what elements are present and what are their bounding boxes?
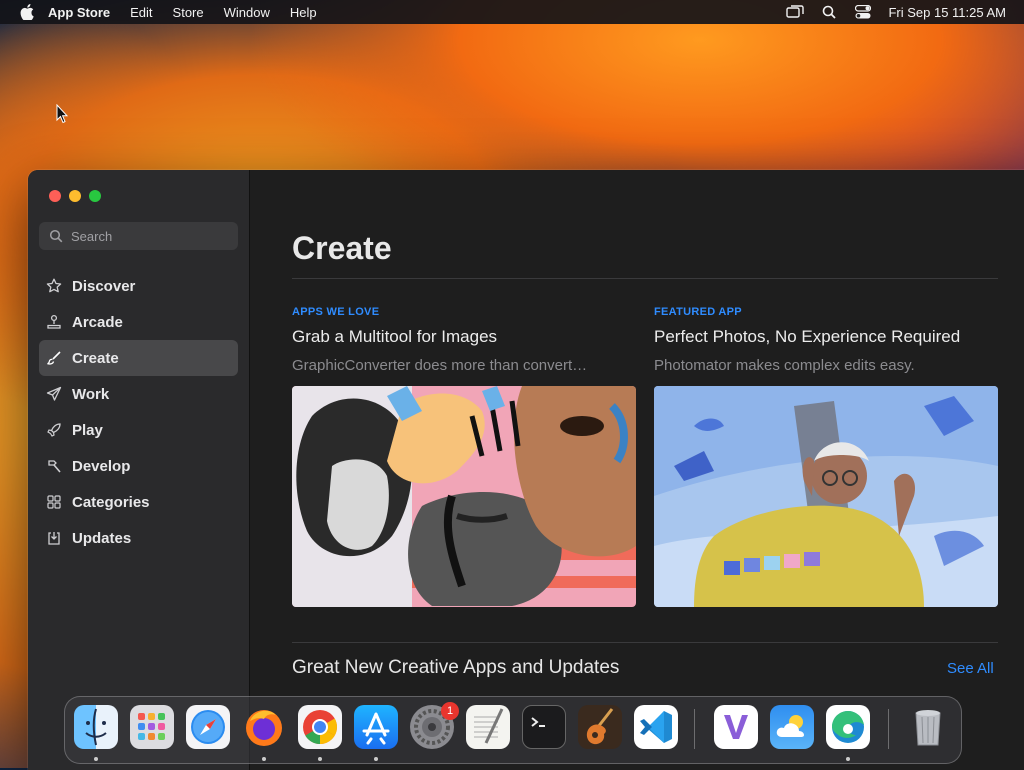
dock-edge-icon[interactable] xyxy=(826,705,870,749)
dock xyxy=(64,696,962,764)
menu-edit[interactable]: Edit xyxy=(130,5,152,20)
card-artwork-image[interactable] xyxy=(292,386,636,607)
card-artwork-image[interactable] xyxy=(654,386,998,607)
featured-card-photomator[interactable]: FEATURED APP Perfect Photos, No Experien… xyxy=(654,306,998,607)
dock-trash-icon[interactable] xyxy=(906,705,950,749)
spotlight-search-icon[interactable] xyxy=(820,4,838,20)
dock-chrome-icon[interactable] xyxy=(298,705,342,749)
menu-bar: App Store Edit Store Window Help Fri Sep… xyxy=(0,0,1024,24)
dock-launchpad-icon[interactable] xyxy=(130,705,174,749)
dock-separator xyxy=(888,709,889,749)
minimize-window-button[interactable] xyxy=(69,190,81,202)
menu-app-name[interactable]: App Store xyxy=(48,5,110,20)
sidebar-item-categories[interactable]: Categories xyxy=(39,484,238,520)
zoom-window-button[interactable] xyxy=(89,190,101,202)
control-center-icon[interactable] xyxy=(854,4,872,20)
sidebar-item-develop[interactable]: Develop xyxy=(39,448,238,484)
page-title: Create xyxy=(292,230,392,266)
sidebar-item-updates[interactable]: Updates xyxy=(39,520,238,556)
screen-mirroring-icon[interactable] xyxy=(786,4,805,20)
running-indicator xyxy=(374,757,378,761)
running-indicator xyxy=(262,757,266,761)
paperplane-icon xyxy=(45,385,63,403)
window-controls xyxy=(49,190,101,202)
menu-clock[interactable]: Fri Sep 15 11:25 AM xyxy=(888,5,1006,20)
sidebar-item-label: Updates xyxy=(72,529,132,547)
card-headline: Grab a Multitool for Images xyxy=(292,327,498,346)
divider xyxy=(292,642,998,643)
dock-safari-icon[interactable] xyxy=(186,705,230,749)
search-placeholder: Search xyxy=(71,228,113,244)
dock-separator xyxy=(694,709,695,749)
sidebar-item-label: Work xyxy=(72,385,110,403)
running-indicator xyxy=(94,757,98,761)
card-eyebrow: APPS WE LOVE xyxy=(292,306,380,318)
sidebar-nav: Discover Arcade Create Work Play Develop xyxy=(39,268,238,556)
joystick-icon xyxy=(45,313,63,331)
sidebar-item-label: Develop xyxy=(72,457,131,475)
dock-textedit-icon[interactable] xyxy=(466,705,510,749)
search-field[interactable]: Search xyxy=(39,222,238,250)
search-icon xyxy=(49,229,63,243)
section-title: Great New Creative Apps and Updates xyxy=(292,657,620,678)
main-content: Create APPS WE LOVE Grab a Multitool for… xyxy=(250,170,1024,770)
featured-card-graphicconverter[interactable]: APPS WE LOVE Grab a Multitool for Images… xyxy=(292,306,636,607)
notification-badge: 1 xyxy=(441,702,459,720)
sidebar-item-play[interactable]: Play xyxy=(39,412,238,448)
menu-window[interactable]: Window xyxy=(224,5,270,20)
sidebar-item-label: Discover xyxy=(72,277,136,295)
rocket-icon xyxy=(45,421,63,439)
star-icon xyxy=(45,277,63,295)
dock-weather-icon[interactable] xyxy=(770,705,814,749)
sidebar-item-discover[interactable]: Discover xyxy=(39,268,238,304)
sidebar-item-label: Categories xyxy=(72,493,150,511)
app-store-window: Search Discover Arcade Create Work Play xyxy=(28,170,1024,770)
divider xyxy=(292,278,998,279)
dock-vscode-icon[interactable] xyxy=(634,705,678,749)
card-headline: Perfect Photos, No Experience Required xyxy=(654,327,961,346)
see-all-link[interactable]: See All xyxy=(947,660,994,677)
card-subtitle: GraphicConverter does more than convert… xyxy=(292,357,588,374)
sidebar-item-arcade[interactable]: Arcade xyxy=(39,304,238,340)
paintbrush-icon xyxy=(45,349,63,367)
running-indicator xyxy=(318,757,322,761)
menu-help[interactable]: Help xyxy=(290,5,317,20)
grid-icon xyxy=(45,493,63,511)
dock-finder-icon[interactable] xyxy=(74,705,118,749)
download-icon xyxy=(45,529,63,547)
close-window-button[interactable] xyxy=(49,190,61,202)
sidebar: Search Discover Arcade Create Work Play xyxy=(28,170,250,770)
running-indicator xyxy=(846,757,850,761)
dock-firefox-icon[interactable] xyxy=(242,705,286,749)
card-eyebrow: FEATURED APP xyxy=(654,306,742,318)
sidebar-item-label: Play xyxy=(72,421,103,439)
sidebar-item-label: Arcade xyxy=(72,313,123,331)
dock-visual-studio-icon[interactable] xyxy=(714,705,758,749)
sidebar-item-label: Create xyxy=(72,349,119,367)
mouse-pointer-icon xyxy=(56,103,69,124)
sidebar-item-work[interactable]: Work xyxy=(39,376,238,412)
apple-menu-icon[interactable] xyxy=(20,4,34,20)
dock-terminal-icon[interactable] xyxy=(522,705,566,749)
menu-store[interactable]: Store xyxy=(173,5,204,20)
hammer-icon xyxy=(45,457,63,475)
sidebar-item-create[interactable]: Create xyxy=(39,340,238,376)
dock-app-store-icon[interactable] xyxy=(354,705,398,749)
card-subtitle: Photomator makes complex edits easy. xyxy=(654,357,915,374)
dock-garageband-icon[interactable] xyxy=(578,705,622,749)
